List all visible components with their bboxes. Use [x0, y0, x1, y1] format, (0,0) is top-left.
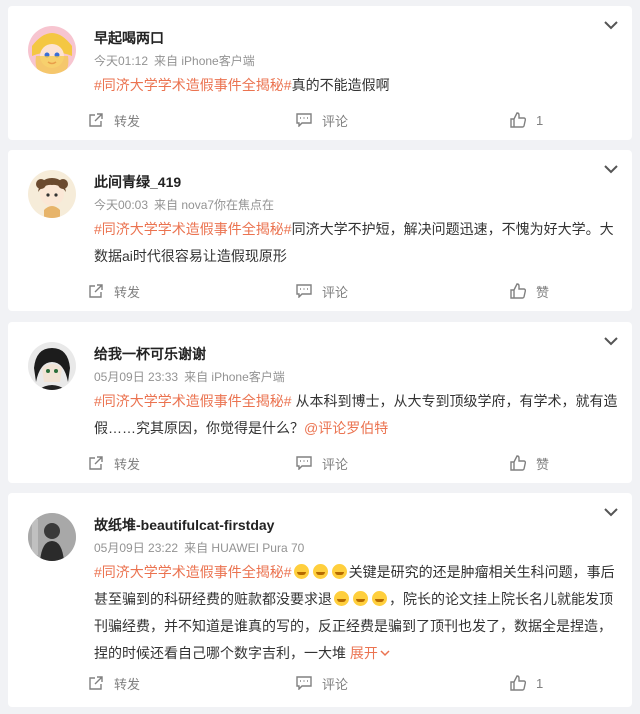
- comment-label: 评论: [322, 456, 349, 472]
- topic-link[interactable]: #同济大学学术造假事件全揭秘#: [94, 564, 292, 580]
- source-client: 来自 iPhone客户端: [184, 370, 285, 384]
- comment-text: #同济大学学术造假事件全揭秘# 从本科到博士，从大专到顶级学府，有学术，就有造假…: [94, 388, 620, 442]
- comment-text: #同济大学学术造假事件全揭秘# 关键是研究的还是肿瘤相关生科问题，事后甚至骗到的科…: [94, 559, 620, 667]
- chevron-down-icon: [380, 650, 390, 657]
- timestamp: 05月09日 23:22: [94, 541, 179, 555]
- topic-link[interactable]: #同济大学学术造假事件全揭秘#: [94, 221, 292, 237]
- comment-meta: 05月09日 23:33 来自 iPhone客户端: [94, 368, 285, 385]
- username[interactable]: 给我一杯可乐谢谢: [94, 344, 206, 364]
- timestamp: 今天00:03: [94, 198, 149, 212]
- share-button[interactable]: 转发: [88, 451, 140, 475]
- comment-button[interactable]: 评论: [296, 451, 348, 475]
- comment-icon: [296, 113, 312, 127]
- share-icon: [89, 113, 103, 127]
- mention-link[interactable]: @评论罗伯特: [304, 420, 388, 436]
- laughing-emoji-icon: [312, 564, 328, 579]
- share-button[interactable]: 转发: [88, 279, 140, 303]
- chevron-down-icon[interactable]: [604, 507, 618, 517]
- laughing-emoji-icon: [353, 591, 368, 606]
- like-label: 赞: [536, 284, 550, 300]
- action-bar: 转发 评论 1: [8, 108, 632, 132]
- like-count: 1: [536, 675, 544, 691]
- source-client: 来自 HUAWEI Pura 70: [184, 541, 305, 555]
- chevron-down-icon[interactable]: [604, 164, 618, 174]
- laughing-emoji-icon: [331, 564, 347, 579]
- action-bar: 转发 评论 赞: [8, 451, 632, 475]
- avatar[interactable]: [28, 513, 76, 561]
- like-button[interactable]: 赞: [510, 279, 549, 303]
- comment-icon: [296, 456, 312, 470]
- comment-button[interactable]: 评论: [296, 279, 348, 303]
- comment-feed: 早起喝两口 今天01:12 来自 iPhone客户端 #同济大学学术造假事件全揭秘…: [0, 0, 640, 714]
- share-label: 转发: [114, 284, 141, 300]
- comment-body: 真的不能造假啊: [291, 77, 390, 93]
- comment-label: 评论: [322, 284, 349, 300]
- thumbs-up-icon: [510, 283, 526, 299]
- share-label: 转发: [114, 676, 141, 692]
- share-label: 转发: [114, 456, 141, 472]
- comment-meta: 05月09日 23:22 来自 HUAWEI Pura 70: [94, 539, 304, 556]
- comment-button[interactable]: 评论: [296, 108, 348, 132]
- source-client: 来自 iPhone客户端: [154, 54, 255, 68]
- like-button[interactable]: 赞: [510, 451, 549, 475]
- like-button[interactable]: 1: [510, 108, 543, 132]
- laughing-emoji-icon: [293, 564, 309, 579]
- share-label: 转发: [114, 113, 141, 129]
- like-button[interactable]: 1: [510, 671, 543, 695]
- expand-link[interactable]: 展开: [350, 645, 390, 661]
- like-label: 赞: [536, 456, 550, 472]
- comment-card: 早起喝两口 今天01:12 来自 iPhone客户端 #同济大学学术造假事件全揭秘…: [8, 6, 632, 140]
- topic-link[interactable]: #同济大学学术造假事件全揭秘#: [94, 393, 292, 409]
- comment-card: 故纸堆-beautifulcat-firstday 05月09日 23:22 来自…: [8, 493, 632, 707]
- comment-card: 给我一杯可乐谢谢 05月09日 23:33 来自 iPhone客户端 #同济大学学…: [8, 322, 632, 483]
- comment-meta: 今天01:12 来自 iPhone客户端: [94, 52, 255, 69]
- share-button[interactable]: 转发: [88, 671, 140, 695]
- topic-link[interactable]: #同济大学学术造假事件全揭秘#: [94, 77, 292, 93]
- avatar[interactable]: [28, 170, 76, 218]
- comment-text: #同济大学学术造假事件全揭秘#真的不能造假啊: [94, 72, 620, 99]
- thumbs-up-icon: [510, 675, 526, 691]
- avatar[interactable]: [28, 342, 76, 390]
- comment-label: 评论: [322, 113, 349, 129]
- chevron-down-icon[interactable]: [604, 336, 618, 346]
- source-client: 来自 nova7你在焦点在: [154, 198, 275, 212]
- username[interactable]: 早起喝两口: [94, 28, 164, 48]
- thumbs-up-icon: [510, 455, 526, 471]
- chevron-down-icon[interactable]: [604, 20, 618, 30]
- username[interactable]: 故纸堆-beautifulcat-firstday: [94, 515, 274, 535]
- action-bar: 转发 评论 赞: [8, 279, 632, 303]
- timestamp: 今天01:12: [94, 54, 149, 68]
- share-icon: [89, 456, 103, 470]
- like-count: 1: [536, 112, 544, 128]
- share-icon: [89, 676, 103, 690]
- avatar[interactable]: [28, 26, 76, 74]
- share-icon: [89, 284, 103, 298]
- laughing-emoji-icon: [334, 591, 349, 606]
- comment-text: #同济大学学术造假事件全揭秘#同济大学不护短，解决问题迅速，不愧为好大学。大数据…: [94, 216, 620, 270]
- username[interactable]: 此间青绿_419: [94, 172, 181, 192]
- comment-icon: [296, 676, 312, 690]
- comment-button[interactable]: 评论: [296, 671, 348, 695]
- comment-card: 此间青绿_419 今天00:03 来自 nova7你在焦点在 #同济大学学术造假事…: [8, 150, 632, 311]
- share-button[interactable]: 转发: [88, 108, 140, 132]
- comment-meta: 今天00:03 来自 nova7你在焦点在: [94, 196, 274, 213]
- thumbs-up-icon: [510, 112, 526, 128]
- laughing-emoji-icon: [372, 591, 387, 606]
- expand-label: 展开: [349, 645, 378, 661]
- comment-label: 评论: [322, 676, 349, 692]
- action-bar: 转发 评论 1: [8, 671, 632, 695]
- timestamp: 05月09日 23:33: [94, 370, 179, 384]
- comment-icon: [296, 284, 312, 298]
